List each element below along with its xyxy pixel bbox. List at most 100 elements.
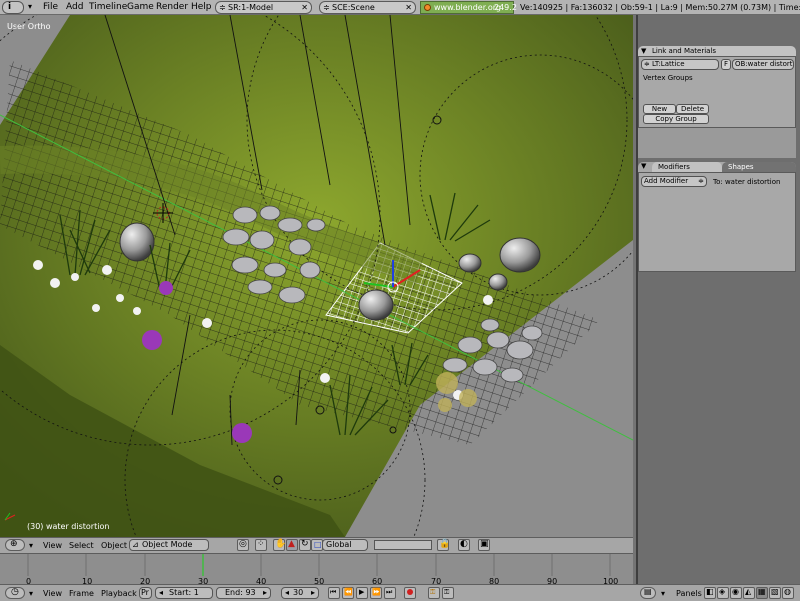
- pivot-button[interactable]: ⁘: [255, 539, 267, 551]
- menu-object[interactable]: Object: [101, 541, 127, 550]
- object-name: OB:water distortion: [735, 60, 793, 68]
- prev-key-icon: ⏪: [344, 588, 353, 596]
- boulder-small-2: [488, 273, 508, 291]
- blender-logo-icon: [424, 4, 431, 11]
- viewport-scene: [0, 15, 633, 537]
- copy-group-button[interactable]: Copy Group: [643, 114, 709, 124]
- panel-header-link-materials[interactable]: ▼ Link and Materials: [638, 46, 796, 56]
- dropdown-icon: ≑: [698, 177, 704, 185]
- website-label: www.blender.org: [434, 3, 501, 12]
- layer-buttons[interactable]: [374, 540, 432, 550]
- logic-context-button[interactable]: ◧: [704, 587, 716, 599]
- editor-type-button[interactable]: ◷: [5, 587, 25, 599]
- collapse-arrow-icon[interactable]: ▾: [28, 2, 32, 11]
- world-context-button[interactable]: ◍: [782, 587, 794, 599]
- opengl-render-button[interactable]: ▣: [478, 539, 490, 551]
- new-group-button[interactable]: New: [643, 104, 676, 114]
- jump-start-icon: ⏮: [330, 588, 337, 596]
- increment-icon[interactable]: ▸: [311, 588, 315, 598]
- tab-shapes[interactable]: Shapes: [722, 162, 796, 172]
- end-frame-label: End: 93: [225, 588, 256, 597]
- play-button[interactable]: ▶: [356, 587, 368, 599]
- menu-select[interactable]: Select: [69, 541, 94, 550]
- menu-add[interactable]: Add: [66, 2, 83, 12]
- editor-type-button[interactable]: ⊕: [5, 539, 25, 551]
- scene-browse-icon: ≑: [323, 3, 330, 12]
- boulder-left: [119, 222, 155, 262]
- manipulator-toggle[interactable]: ✋: [273, 539, 287, 551]
- play-icon: ▶: [359, 588, 365, 596]
- scene-statistics: Ve:140925 | Fa:136032 | Ob:59-1 | La:9 |…: [520, 3, 800, 12]
- decrement-icon[interactable]: ◂: [285, 588, 289, 598]
- preview-label: Pr: [141, 588, 149, 597]
- decrement-icon[interactable]: ◂: [159, 588, 163, 598]
- menu-view[interactable]: View: [43, 589, 62, 598]
- collapse-arrow-icon[interactable]: ▾: [29, 541, 33, 550]
- render-preview-button[interactable]: ◐: [458, 539, 470, 551]
- draw-type-button[interactable]: ◎: [237, 539, 249, 551]
- tab-modifiers[interactable]: Modifiers: [652, 162, 722, 172]
- current-frame-field[interactable]: ◂ 30 ▸: [281, 587, 319, 599]
- menu-file[interactable]: File: [43, 2, 58, 12]
- prev-key-button[interactable]: ⏪: [342, 587, 354, 599]
- lock-layers-button[interactable]: 🔒: [437, 539, 450, 551]
- shading-context-button[interactable]: ◉: [730, 587, 742, 599]
- keyframe-type-button[interactable]: ⚿: [442, 587, 454, 599]
- close-icon[interactable]: ✕: [405, 2, 412, 13]
- mode-selector[interactable]: ⊿ Object Mode: [129, 539, 209, 551]
- rotate-icon: ↻: [301, 539, 309, 549]
- blender-website-badge[interactable]: www.blender.org 249.2: [420, 1, 517, 14]
- start-frame-field[interactable]: ◂ Start: 1: [155, 587, 213, 599]
- editor-type-button[interactable]: i: [2, 1, 24, 14]
- next-key-button[interactable]: ⏩: [370, 587, 382, 599]
- editing-icon: ▦: [758, 587, 766, 596]
- fake-user-button[interactable]: F: [721, 59, 731, 70]
- keying-set-button[interactable]: ⚿: [428, 587, 440, 599]
- menu-frame[interactable]: Frame: [69, 589, 94, 598]
- preview-range-toggle[interactable]: Pr: [139, 587, 152, 599]
- close-icon[interactable]: ✕: [301, 2, 308, 13]
- menu-game[interactable]: Game: [127, 2, 154, 12]
- rotate-manipulator[interactable]: ↻: [299, 539, 311, 551]
- panel-modifiers: Add Modifier ≑ To: water distortion: [638, 172, 796, 272]
- collapse-arrow-icon[interactable]: ▼: [641, 162, 646, 170]
- collapse-arrow-icon[interactable]: ▾: [29, 589, 33, 598]
- record-icon: [407, 589, 413, 595]
- collapse-arrow-icon[interactable]: ▼: [641, 46, 646, 56]
- collapse-arrow-icon[interactable]: ▾: [661, 589, 665, 598]
- lattice-data-field[interactable]: ≑ LT:Lattice: [641, 59, 719, 70]
- object-context-button[interactable]: ◭: [743, 587, 755, 599]
- menu-help[interactable]: Help: [191, 2, 212, 12]
- menu-view[interactable]: View: [43, 541, 62, 550]
- object-name-field[interactable]: OB:water distortion: [732, 59, 794, 70]
- version-label: 249.2: [494, 3, 517, 12]
- delete-group-button[interactable]: Delete: [676, 104, 709, 114]
- panels-menu[interactable]: Panels: [676, 589, 702, 598]
- add-modifier-menu[interactable]: Add Modifier ≑: [641, 176, 707, 187]
- end-frame-field[interactable]: End: 93 ▸: [216, 587, 271, 599]
- arrow-icon: ▲: [288, 539, 295, 549]
- editing-context-button[interactable]: ▦: [756, 587, 768, 599]
- scene-icon: ▧: [771, 587, 779, 596]
- panel-spacer: [638, 128, 796, 158]
- transform-orientation[interactable]: Global: [322, 539, 368, 551]
- scale-icon: □: [314, 540, 322, 549]
- translate-manipulator[interactable]: ▲: [286, 539, 298, 551]
- editor-type-button[interactable]: ▤: [640, 587, 656, 599]
- key-icon: ⚿: [444, 588, 450, 596]
- scene-selector[interactable]: ≑ SCE:Scene ✕: [319, 1, 416, 14]
- hand-icon: ✋: [275, 539, 287, 549]
- jump-start-button[interactable]: ⏮: [328, 587, 340, 599]
- record-button[interactable]: [404, 587, 416, 599]
- screen-selector[interactable]: ≑ SR:1-Model ✕: [215, 1, 312, 14]
- script-context-button[interactable]: ◈: [717, 587, 729, 599]
- menu-timeline[interactable]: Timeline: [89, 2, 127, 12]
- menu-playback[interactable]: Playback: [101, 589, 137, 598]
- menu-render[interactable]: Render: [156, 2, 188, 12]
- vertex-groups-label: Vertex Groups: [643, 74, 693, 82]
- jump-end-icon: ⏭: [386, 588, 393, 596]
- 3d-viewport[interactable]: [0, 15, 633, 537]
- jump-end-button[interactable]: ⏭: [384, 587, 396, 599]
- scene-context-button[interactable]: ▧: [769, 587, 781, 599]
- increment-icon[interactable]: ▸: [263, 588, 267, 598]
